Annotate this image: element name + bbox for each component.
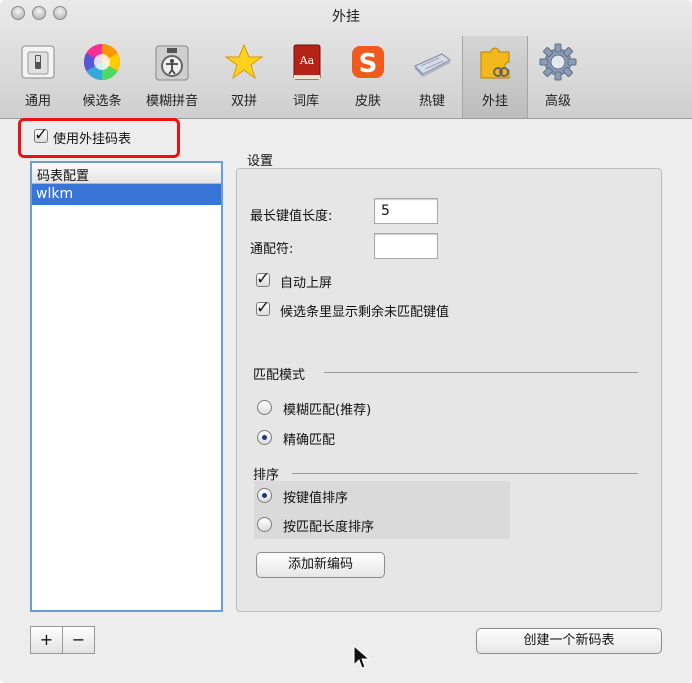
checkmark-icon: ✓	[256, 269, 271, 289]
gear-icon	[539, 43, 577, 81]
toolbar-item-candidate-bar[interactable]: 候选条	[70, 38, 134, 116]
toolbar-item-fuzzy-pinyin[interactable]: 模糊拼音	[140, 38, 204, 116]
svg-text:S: S	[359, 49, 378, 79]
wildcard-field[interactable]	[374, 233, 438, 259]
toolbar-item-skin[interactable]: S 皮肤	[336, 38, 400, 116]
fuzzy-match-radio[interactable]	[257, 400, 272, 415]
checkmark-icon: ✓	[34, 125, 49, 145]
remove-table-button[interactable]: −	[62, 626, 95, 654]
sort-by-key-radio[interactable]	[257, 488, 272, 503]
match-mode-title: 匹配模式	[253, 368, 306, 383]
switch-icon	[21, 45, 55, 79]
star-icon	[224, 43, 264, 80]
code-table-list[interactable]: 码表配置 wlkm	[30, 161, 223, 612]
checkmark-icon: ✓	[256, 298, 271, 318]
keyboard-icon	[414, 53, 451, 77]
exact-match-radio[interactable]	[257, 430, 272, 445]
toolbar-item-advanced[interactable]: 高级	[526, 38, 590, 116]
toolbar-item-plugin[interactable]: 外挂	[462, 36, 528, 118]
sort-by-length-label: 按匹配长度排序	[283, 520, 375, 535]
show-remaining-checkbox[interactable]: ✓	[256, 298, 270, 318]
exact-match-label: 精确匹配	[283, 433, 336, 448]
max-key-length-field[interactable]: 5	[374, 198, 438, 224]
use-plugin-label: 使用外挂码表	[53, 132, 132, 147]
add-new-code-button[interactable]: 添加新编码	[256, 552, 385, 578]
puzzle-icon	[480, 47, 510, 79]
settings-group	[236, 168, 662, 612]
wildcard-label: 通配符:	[250, 242, 294, 257]
add-table-button[interactable]: +	[30, 626, 63, 654]
toolbar-label: 候选条	[82, 94, 122, 109]
mouse-cursor-icon	[353, 645, 371, 669]
sort-by-key-label: 按键值排序	[283, 491, 349, 506]
toolbar-item-general[interactable]: 通用	[6, 38, 70, 116]
toolbar-item-hotkeys[interactable]: 热键	[400, 38, 464, 116]
sort-by-length-radio[interactable]	[257, 517, 272, 532]
max-key-length-value: 5	[381, 203, 390, 219]
window-title: 外挂	[332, 9, 360, 25]
create-new-table-button[interactable]: 创建一个新码表	[476, 628, 662, 654]
fuzzy-match-label: 模糊匹配(推荐)	[283, 403, 372, 418]
list-item[interactable]: wlkm	[32, 184, 221, 205]
list-item-label: wlkm	[36, 186, 74, 202]
max-key-length-label: 最长键值长度:	[250, 209, 333, 224]
show-remaining-label: 候选条里显示剩余未匹配键值	[280, 305, 450, 320]
radio-selected-dot	[262, 493, 267, 498]
radio-selected-dot	[262, 435, 267, 440]
sogou-logo-icon: S	[352, 46, 384, 79]
svg-text:Aa: Aa	[299, 54, 315, 67]
dictionary-icon: Aa	[293, 44, 321, 80]
toolbar-label: 高级	[544, 94, 571, 109]
toolbar-item-shuangpin[interactable]: 双拼	[212, 38, 276, 116]
use-plugin-checkbox[interactable]: ✓	[34, 125, 48, 145]
toolbar-label: 模糊拼音	[145, 94, 198, 109]
toolbar-item-dictionary[interactable]: Aa 词库	[274, 38, 338, 116]
auto-commit-label: 自动上屏	[280, 276, 333, 291]
column-header-label: 码表配置	[37, 169, 90, 184]
accessibility-icon	[155, 45, 189, 81]
list-column-header[interactable]: 码表配置	[32, 163, 221, 184]
color-wheel-icon	[83, 43, 121, 81]
sort-separator	[292, 473, 638, 474]
title-bar: 外挂 通用 候选条 模糊拼音 双拼 Aa 词库 S 皮肤 热键 外挂 高级	[0, 0, 692, 119]
auto-commit-checkbox[interactable]: ✓	[256, 269, 270, 289]
preferences-window: 外挂 通用 候选条 模糊拼音 双拼 Aa 词库 S 皮肤 热键 外挂 高级 ✓ …	[0, 0, 692, 683]
settings-group-title: 设置	[247, 154, 274, 169]
match-mode-separator	[324, 372, 638, 373]
